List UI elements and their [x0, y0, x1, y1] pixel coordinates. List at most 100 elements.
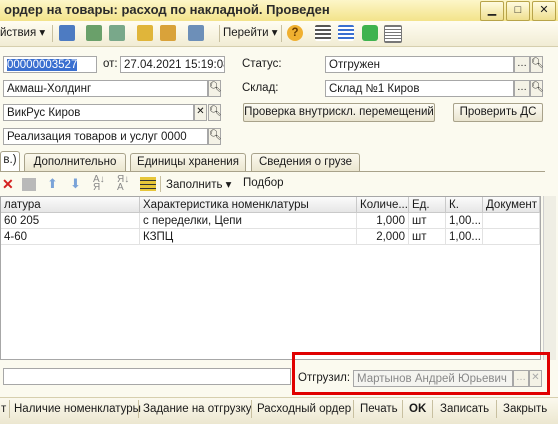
main-toolbar: йствия ▾ Перейти ▾ ?: [0, 21, 558, 47]
goto-menu[interactable]: Перейти ▾: [223, 24, 278, 42]
status-search-button[interactable]: 🔍︎: [530, 56, 544, 73]
toolbar-separator: [219, 25, 220, 42]
shipped-by-field[interactable]: Мартынов Андрей Юрьевич: [353, 370, 513, 387]
end-edit-icon[interactable]: [22, 178, 36, 191]
select-button[interactable]: Подбор: [243, 177, 284, 189]
maximize-icon: □: [514, 4, 522, 16]
document-number-field[interactable]: 00000003527: [3, 56, 97, 73]
warehouse-select-button[interactable]: …: [514, 80, 530, 97]
toolbar-separator: [251, 400, 252, 418]
move-down-icon[interactable]: ⬇: [70, 176, 81, 192]
toolbar-separator: [496, 400, 497, 418]
column-header[interactable]: К.: [446, 197, 483, 213]
contractor-field[interactable]: ВикРус Киров: [3, 104, 194, 121]
report-icon[interactable]: [384, 25, 402, 43]
help-icon[interactable]: ?: [287, 25, 303, 41]
toolbar-separator: [52, 25, 53, 42]
column-header[interactable]: Характеристика номенклатуры: [140, 197, 357, 213]
table-scrollbar[interactable]: [543, 196, 556, 360]
table-row-doc[interactable]: [483, 229, 540, 245]
warehouse-search-button[interactable]: 🔍︎: [530, 80, 544, 97]
tab-cargo-info[interactable]: Сведения о грузе: [251, 153, 360, 171]
move-up-icon[interactable]: ⬆: [47, 176, 58, 192]
tab-additional[interactable]: Дополнительно: [24, 153, 126, 171]
close-button[interactable]: Закрыть: [503, 402, 547, 416]
goods-table[interactable]: латура Характеристика номенклатуры Колич…: [0, 196, 541, 360]
table-row-qty[interactable]: 1,000: [357, 213, 409, 229]
minimize-button[interactable]: ▁: [480, 1, 504, 21]
column-header[interactable]: Количе...: [357, 197, 409, 213]
availability-button[interactable]: Наличие номенклатуры: [14, 402, 141, 416]
table-row-k[interactable]: 1,00...: [446, 213, 483, 229]
delete-icon[interactable]: ✕: [2, 176, 14, 193]
toolbar-separator: [432, 400, 433, 418]
movements-icon[interactable]: [160, 25, 176, 41]
column-header[interactable]: латура: [1, 197, 140, 213]
table-row-item[interactable]: 4-60: [1, 229, 140, 245]
table-row-unit[interactable]: шт: [409, 213, 446, 229]
actions-menu[interactable]: йствия ▾: [0, 24, 45, 42]
print-button[interactable]: Печать: [360, 402, 398, 416]
organization-select-button[interactable]: 🔍︎: [208, 80, 222, 97]
date-field[interactable]: 27.04.2021 15:19:08: [120, 56, 225, 73]
search-icon: 🔍︎: [209, 82, 222, 93]
table-row-qty[interactable]: 2,000: [357, 229, 409, 245]
minimize-icon: ▁: [487, 4, 497, 16]
contractor-select-button[interactable]: 🔍︎: [208, 104, 222, 121]
table-row-k[interactable]: 1,00...: [446, 229, 483, 245]
toolbar-separator: [138, 400, 139, 418]
warehouse-field[interactable]: Склад №1 Киров: [325, 80, 514, 97]
tab-goods[interactable]: в.): [0, 151, 20, 171]
table-row-characteristic[interactable]: с переделки, Цепи: [140, 213, 357, 229]
document-flow-icon[interactable]: [188, 25, 204, 41]
search-icon: 🔍︎: [531, 82, 544, 93]
toolbar-separator: [353, 400, 354, 418]
maximize-button[interactable]: □: [506, 1, 530, 21]
search-icon: 🔍︎: [531, 58, 544, 69]
table-row-item[interactable]: 60 205: [1, 213, 140, 229]
organization-field[interactable]: Акмаш-Холдинг: [3, 80, 208, 97]
date-label: от:: [103, 58, 118, 70]
sort-desc-icon[interactable]: Я↓ A: [117, 175, 129, 193]
write-button[interactable]: Записать: [440, 402, 489, 416]
column-header[interactable]: Ед.: [409, 197, 446, 213]
green-status-icon[interactable]: [362, 25, 378, 41]
copy-icon[interactable]: [109, 25, 125, 41]
toolbar-separator: [160, 176, 161, 192]
shipped-by-label: Отгрузил:: [298, 372, 351, 384]
table-row-characteristic[interactable]: КЗПЦ: [140, 229, 357, 245]
structure-icon[interactable]: [137, 25, 153, 41]
basis-document-field[interactable]: Реализация товаров и услуг 0000: [3, 128, 208, 145]
shipped-by-clear-button[interactable]: ✕: [529, 370, 542, 387]
shipped-by-select-button[interactable]: …: [513, 370, 529, 387]
contractor-clear-button[interactable]: ✕: [194, 104, 207, 121]
tab-divider: [0, 171, 545, 172]
fill-menu[interactable]: Заполнить ▾: [166, 177, 231, 191]
clear-icon: ✕: [531, 372, 540, 383]
expense-order-button[interactable]: Расходный ордер: [257, 402, 351, 416]
status-field[interactable]: Отгружен: [325, 56, 514, 73]
close-window-button[interactable]: ✕: [532, 1, 556, 21]
comment-field[interactable]: [3, 368, 291, 385]
checklist-icon[interactable]: [338, 25, 354, 41]
toolbar-separator: [402, 400, 403, 418]
title-bar: ордер на товары: расход по накладной. Пр…: [0, 0, 558, 22]
list-icon[interactable]: [315, 25, 331, 41]
column-header[interactable]: Документ: [483, 197, 540, 213]
status-select-button[interactable]: …: [514, 56, 530, 73]
sort-asc-icon[interactable]: A↓ Я: [93, 175, 105, 193]
tab-storage-units[interactable]: Единицы хранения: [130, 153, 246, 171]
basis-select-button[interactable]: 🔍︎: [208, 128, 222, 145]
post-document-icon[interactable]: [59, 25, 75, 41]
refresh-icon[interactable]: [86, 25, 102, 41]
search-icon: 🔍︎: [209, 130, 222, 141]
bottom-left-button[interactable]: т: [1, 402, 6, 416]
check-transfers-button[interactable]: Проверка внутрискл. перемещений: [243, 103, 435, 122]
barcode-icon[interactable]: [140, 177, 156, 191]
toolbar-separator: [281, 25, 282, 42]
table-row-unit[interactable]: шт: [409, 229, 446, 245]
shipping-task-button[interactable]: Задание на отгрузку: [143, 402, 252, 416]
check-ds-button[interactable]: Проверить ДС: [453, 103, 543, 122]
table-row-doc[interactable]: [483, 213, 540, 229]
ok-button[interactable]: OK: [409, 402, 426, 416]
